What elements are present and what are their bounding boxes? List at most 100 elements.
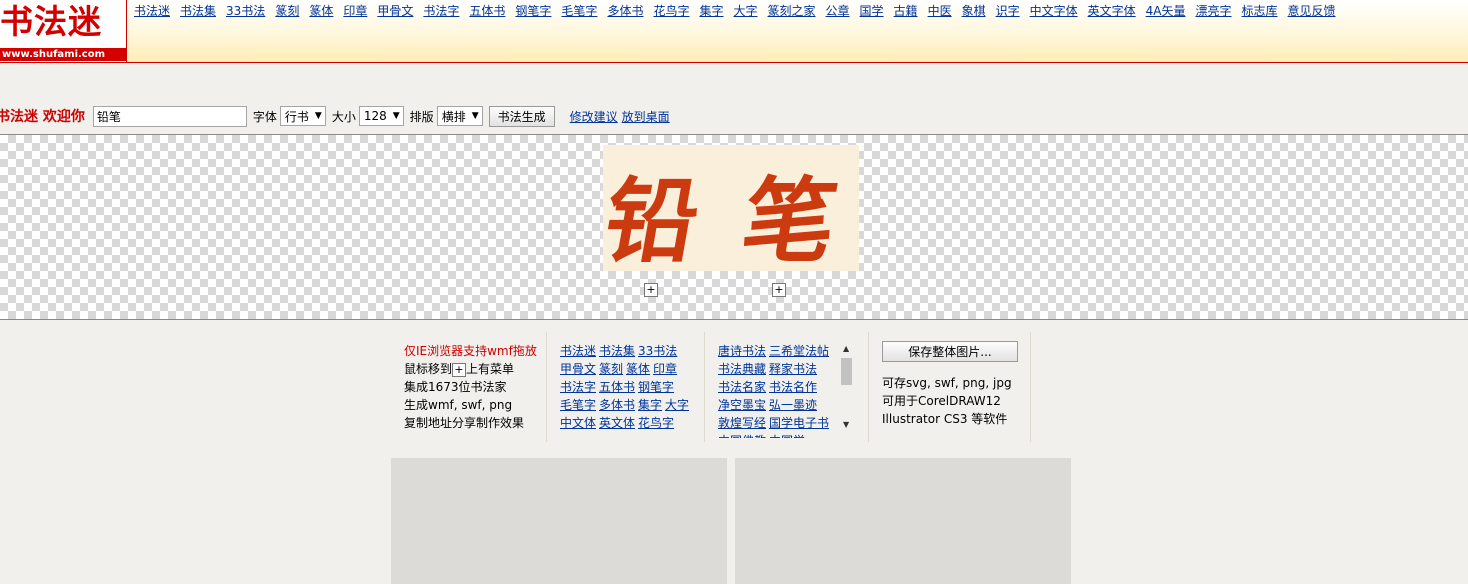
save-info-line: Illustrator CS3 等软件 bbox=[882, 412, 1008, 426]
resource-link[interactable]: 唐诗书法 bbox=[718, 344, 766, 358]
layout-select-value: 横排 bbox=[441, 109, 466, 124]
site-link[interactable]: 花鸟字 bbox=[638, 416, 674, 430]
scrollbar[interactable]: ▲ ▼ bbox=[840, 344, 854, 432]
site-link[interactable]: 甲骨文 bbox=[560, 362, 596, 376]
link-row: 书法字 五体书 钢笔字 bbox=[560, 378, 692, 396]
toolbar: 书法迷 欢迎你 字体 行书▼ 大小 128▼ 排版 横排▼ 书法生成 修改建议 … bbox=[0, 105, 670, 127]
info-panel: 仅IE浏览器支持wmf拖放 鼠标移到 + 上有菜单 集成1673位书法家 生成wmf… bbox=[404, 342, 537, 432]
resource-link[interactable]: 书法名家 bbox=[718, 380, 766, 394]
logo-text: 书法迷 bbox=[0, 2, 102, 41]
resource-link[interactable]: 敦煌写经 bbox=[718, 416, 766, 430]
size-select[interactable]: 128 ▼ bbox=[358, 106, 404, 126]
font-label: 字体 bbox=[252, 109, 277, 124]
nav-link[interactable]: 书法字 bbox=[423, 4, 459, 18]
site-link[interactable]: 英文体 bbox=[599, 416, 635, 430]
calligraphy-svg: 铅 笔 bbox=[596, 167, 845, 275]
site-link[interactable]: 钢笔字 bbox=[638, 380, 674, 394]
link-row: 毛笔字 多体书 集字 大字 bbox=[560, 396, 692, 414]
scroll-up-icon[interactable]: ▲ bbox=[843, 344, 849, 353]
nav-link[interactable]: 书法集 bbox=[180, 4, 216, 18]
nav-link[interactable]: 古籍 bbox=[894, 4, 918, 18]
calligrapher-count: 集成1673位书法家 bbox=[404, 380, 507, 394]
site-links: 书法迷 书法集 33书法 甲骨文 篆刻 篆体 印章 书法字 五体书 钢笔字 毛笔字 多体书 集字 大字 中文… bbox=[560, 342, 692, 432]
nav-link[interactable]: 毛笔字 bbox=[561, 4, 597, 18]
site-link[interactable]: 五体书 bbox=[599, 380, 635, 394]
site-link[interactable]: 书法迷 bbox=[560, 344, 596, 358]
link-row: 唐诗书法 三希堂法帖 bbox=[718, 342, 858, 360]
nav-link[interactable]: 篆刻 bbox=[275, 4, 299, 18]
scroll-link-list[interactable]: 唐诗书法 三希堂法帖 书法典藏 释家书法 书法名家 书法名作 净空墨宝 弘一墨迹 敦煌写经 国学电… bbox=[718, 342, 858, 438]
plus-icon: + bbox=[452, 362, 467, 377]
link-row: 书法名家 书法名作 bbox=[718, 378, 858, 396]
resource-link[interactable]: 国学电子书 bbox=[769, 416, 829, 430]
nav-link[interactable]: 中医 bbox=[928, 4, 952, 18]
nav-link[interactable]: 公章 bbox=[826, 4, 850, 18]
link-row: 净空墨宝 弘一墨迹 bbox=[718, 396, 858, 414]
save-info: 可存svg, swf, png, jpg 可用于CorelDRAW12 Illust… bbox=[882, 374, 1012, 428]
calligraphy-image[interactable]: 铅 笔 bbox=[596, 145, 859, 275]
nav-link[interactable]: 篆刻之家 bbox=[768, 4, 816, 18]
suggest-link[interactable]: 修改建议 bbox=[570, 108, 618, 125]
nav-link[interactable]: 书法迷 bbox=[134, 4, 170, 18]
nav-link[interactable]: 花鸟字 bbox=[653, 4, 689, 18]
char-menu-button[interactable]: + bbox=[644, 283, 658, 297]
site-link[interactable]: 多体书 bbox=[599, 398, 635, 412]
resource-link[interactable]: 书法名作 bbox=[769, 380, 817, 394]
nav-link[interactable]: 大字 bbox=[733, 4, 757, 18]
nav-link[interactable]: 印章 bbox=[343, 4, 367, 18]
resource-link[interactable]: 净空墨宝 bbox=[718, 398, 766, 412]
resource-link[interactable]: 释家书法 bbox=[769, 362, 817, 376]
nav-link[interactable]: 意见反馈 bbox=[1288, 4, 1336, 18]
resource-link[interactable]: 中国学 bbox=[769, 434, 805, 438]
generate-button[interactable]: 书法生成 bbox=[488, 105, 555, 127]
char-menu-button[interactable]: + bbox=[772, 283, 786, 297]
scroll-down-icon[interactable]: ▼ bbox=[843, 420, 849, 429]
site-link[interactable]: 集字 bbox=[638, 398, 662, 412]
nav-link[interactable]: 甲骨文 bbox=[377, 4, 413, 18]
font-select[interactable]: 行书 ▼ bbox=[279, 106, 326, 126]
calligraphy-char: 笔 bbox=[734, 167, 845, 271]
preview-canvas: 铅 笔 + + bbox=[0, 134, 1468, 320]
site-link[interactable]: 书法字 bbox=[560, 380, 596, 394]
calligraphy-char: 铅 bbox=[603, 167, 707, 271]
nav-link[interactable]: 漂亮字 bbox=[1196, 4, 1232, 18]
nav-link[interactable]: 英文字体 bbox=[1088, 4, 1136, 18]
site-link[interactable]: 篆体 bbox=[626, 362, 650, 376]
site-link[interactable]: 大字 bbox=[665, 398, 689, 412]
resource-link[interactable]: 书法典藏 bbox=[718, 362, 766, 376]
scroll-thumb[interactable] bbox=[841, 358, 852, 385]
logo[interactable]: 书法迷 www.shufami.com bbox=[0, 0, 127, 62]
menu-hint: 鼠标移到 + 上有菜单 bbox=[404, 360, 537, 378]
nav-link[interactable]: 标志库 bbox=[1242, 4, 1278, 18]
resource-link[interactable]: 三希堂法帖 bbox=[769, 344, 829, 358]
site-link[interactable]: 33书法 bbox=[638, 344, 677, 358]
nav-link[interactable]: 集字 bbox=[699, 4, 723, 18]
ie-note: 仅IE浏览器支持wmf拖放 bbox=[404, 344, 537, 358]
text-input[interactable] bbox=[92, 105, 247, 127]
link-row: 甲骨文 篆刻 篆体 印章 bbox=[560, 360, 692, 378]
desktop-link[interactable]: 放到桌面 bbox=[622, 108, 670, 125]
save-image-button[interactable]: 保存整体图片... bbox=[882, 341, 1018, 362]
site-link[interactable]: 毛笔字 bbox=[560, 398, 596, 412]
site-link[interactable]: 篆刻 bbox=[599, 362, 623, 376]
divider bbox=[1030, 332, 1031, 442]
site-link[interactable]: 印章 bbox=[653, 362, 677, 376]
nav-link[interactable]: 篆体 bbox=[309, 4, 333, 18]
nav-link[interactable]: 识字 bbox=[996, 4, 1020, 18]
site-link[interactable]: 中文体 bbox=[560, 416, 596, 430]
save-info-line: 可用于CorelDRAW12 bbox=[882, 394, 1001, 408]
nav-link[interactable]: 象棋 bbox=[962, 4, 986, 18]
nav-link[interactable]: 33书法 bbox=[226, 4, 265, 18]
nav-link[interactable]: 国学 bbox=[860, 4, 884, 18]
site-link[interactable]: 书法集 bbox=[599, 344, 635, 358]
welcome-text: 书法迷 欢迎你 bbox=[0, 109, 85, 125]
nav-link[interactable]: 中文字体 bbox=[1030, 4, 1078, 18]
resource-link[interactable]: 弘一墨迹 bbox=[769, 398, 817, 412]
resource-link[interactable]: 中国佛教 bbox=[718, 434, 766, 438]
menu-hint-post: 上有菜单 bbox=[466, 362, 515, 376]
nav-link[interactable]: 多体书 bbox=[607, 4, 643, 18]
nav-link[interactable]: 4A矢量 bbox=[1146, 4, 1186, 18]
nav-link[interactable]: 五体书 bbox=[469, 4, 505, 18]
nav-link[interactable]: 钢笔字 bbox=[515, 4, 551, 18]
layout-select[interactable]: 横排 ▼ bbox=[436, 106, 483, 126]
